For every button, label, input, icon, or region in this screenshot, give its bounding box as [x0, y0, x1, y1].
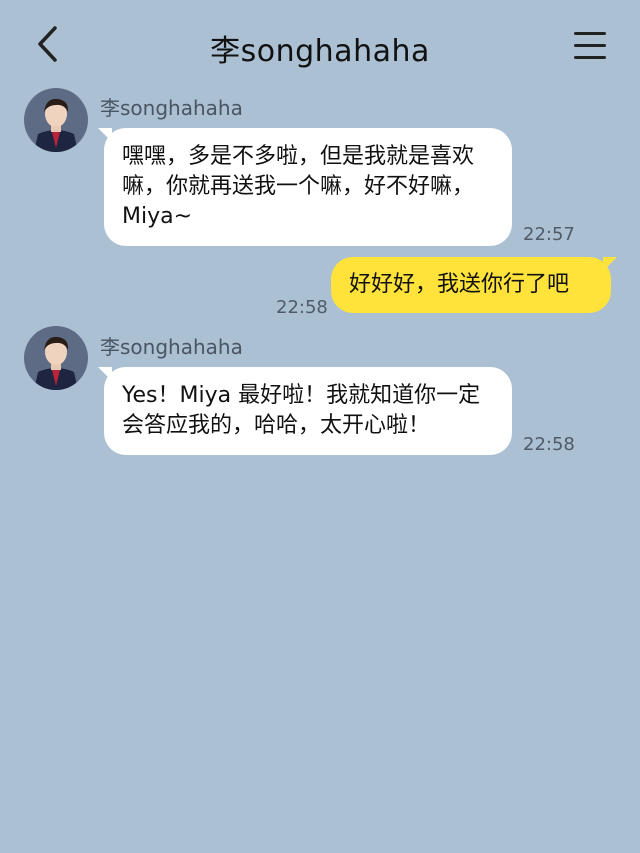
chat-header: 李songhahaha — [0, 0, 640, 90]
sender-name: 李songhahaha — [100, 335, 243, 359]
message-text: 好好好，我送你行了吧 — [349, 272, 570, 297]
message-bubble-incoming[interactable]: Yes！Miya 最好啦！我就知道你一定会答应我的，哈哈，太开心啦！ — [98, 367, 512, 455]
hamburger-menu-icon — [574, 32, 606, 35]
sender-avatar[interactable] — [24, 88, 88, 152]
avatar-photo — [24, 88, 88, 152]
sender-name: 李songhahaha — [100, 96, 243, 120]
message-time: 22:57 — [523, 224, 575, 245]
message-text: Yes！Miya 最好啦！我就知道你一定会答应我的，哈哈，太开心啦！ — [122, 383, 481, 438]
message-time: 22:58 — [523, 434, 575, 455]
avatar-photo — [24, 326, 88, 390]
message-bubble-incoming[interactable]: 嘿嘿，多是不多啦，但是我就是喜欢嘛，你就再送我一个嘛，好不好嘛，Miya~ — [98, 128, 512, 246]
message-text: 嘿嘿，多是不多啦，但是我就是喜欢嘛，你就再送我一个嘛，好不好嘛，Miya~ — [122, 144, 475, 229]
message-bubble-outgoing[interactable]: 好好好，我送你行了吧 — [331, 257, 617, 313]
menu-button[interactable] — [570, 28, 610, 64]
chat-title: 李songhahaha — [210, 34, 430, 69]
message-time: 22:58 — [276, 297, 328, 318]
sender-avatar[interactable] — [24, 326, 88, 390]
